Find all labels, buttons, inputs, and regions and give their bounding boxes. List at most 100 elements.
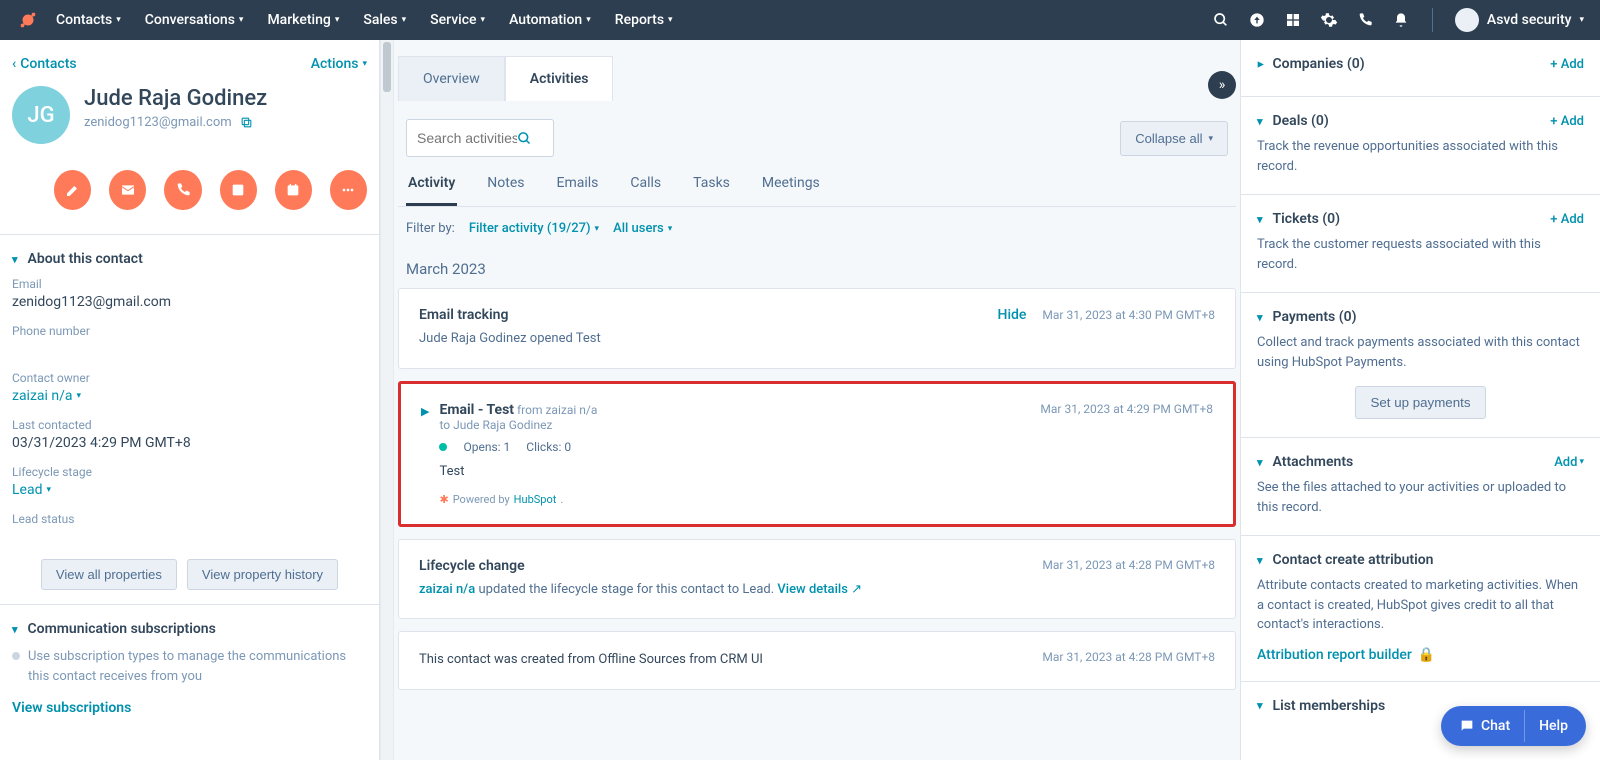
account-name: Asvd security — [1487, 12, 1572, 28]
prop-leadstatus-label: Lead status — [12, 512, 367, 526]
attachments-section-header[interactable]: ▾Attachments — [1257, 454, 1353, 470]
prop-phone-label: Phone number — [12, 324, 367, 338]
card-body: Jude Raja Godinez opened Test — [419, 329, 601, 350]
email-action-button[interactable] — [109, 170, 146, 210]
hubspot-logo-icon[interactable] — [16, 8, 40, 32]
view-property-history-button[interactable]: View property history — [187, 559, 338, 590]
add-attachment-link[interactable]: Add ▾ — [1554, 455, 1584, 470]
about-section-header[interactable]: ▾About this contact — [0, 234, 379, 277]
deals-section-header[interactable]: ▾Deals (0) — [1257, 113, 1329, 129]
prop-phone-value[interactable] — [12, 341, 367, 357]
left-scrollbar[interactable] — [380, 40, 394, 760]
nav-contacts[interactable]: Contacts▾ — [56, 12, 121, 28]
note-action-button[interactable] — [54, 170, 91, 210]
upgrade-icon[interactable] — [1248, 11, 1266, 29]
nav-conversations[interactable]: Conversations▾ — [145, 12, 244, 28]
contact-avatar: JG — [12, 86, 70, 144]
add-ticket-link[interactable]: + Add — [1550, 212, 1584, 227]
tickets-description: Track the customer requests associated w… — [1257, 235, 1584, 274]
list-memberships-header[interactable]: ▾List memberships — [1257, 698, 1385, 714]
help-button[interactable]: Help — [1524, 710, 1582, 742]
email-tracking-card[interactable]: Email tracking Jude Raja Godinez opened … — [398, 288, 1236, 369]
chat-button[interactable]: Chat — [1445, 710, 1524, 742]
chat-icon — [1459, 718, 1475, 734]
prop-lifecycle-value[interactable]: Lead▾ — [12, 482, 367, 498]
attachments-description: See the files attached to your activitie… — [1257, 478, 1584, 517]
nav-menu: Contacts▾ Conversations▾ Marketing▾ Sale… — [56, 12, 1212, 28]
setup-payments-button[interactable]: Set up payments — [1355, 386, 1485, 419]
task-action-button[interactable] — [275, 170, 312, 210]
card-body: This contact was created from Offline So… — [419, 650, 763, 671]
companies-section-header[interactable]: ▾Companies (0) — [1257, 56, 1365, 72]
nav-automation[interactable]: Automation▾ — [509, 12, 591, 28]
tab-activities[interactable]: Activities — [505, 56, 614, 101]
email-stats: Opens: 1 Clicks: 0 — [439, 440, 597, 454]
left-panel: ‹Contacts Actions▾ JG Jude Raja Godinez … — [0, 40, 380, 760]
marketplace-icon[interactable] — [1284, 11, 1302, 29]
prop-leadstatus-value[interactable] — [12, 529, 367, 545]
filter-activity-dropdown[interactable]: Filter activity (19/27)▾ — [469, 221, 599, 236]
view-all-properties-button[interactable]: View all properties — [41, 559, 177, 590]
comm-subs-header[interactable]: ▾Communication subscriptions — [0, 604, 379, 647]
notifications-icon[interactable] — [1392, 11, 1410, 29]
copy-icon[interactable] — [240, 116, 253, 129]
contact-email: zenidog1123@gmail.com — [84, 115, 267, 130]
prop-owner-value[interactable]: zaizai n/a▾ — [12, 388, 367, 404]
card-timestamp: Mar 31, 2023 at 4:30 PM GMT+8 — [1042, 308, 1215, 322]
account-menu[interactable]: Asvd security ▾ — [1455, 8, 1584, 32]
created-card[interactable]: This contact was created from Offline So… — [398, 631, 1236, 690]
subtab-notes[interactable]: Notes — [485, 175, 526, 206]
subtab-calls[interactable]: Calls — [628, 175, 663, 206]
attribution-report-link[interactable]: Attribution report builder🔒 — [1257, 647, 1435, 663]
email-title: Email - Test from zaizai n/a — [439, 402, 597, 418]
tickets-section-header[interactable]: ▾Tickets (0) — [1257, 211, 1340, 227]
card-timestamp: Mar 31, 2023 at 4:28 PM GMT+8 — [1042, 650, 1215, 664]
more-action-button[interactable] — [330, 170, 367, 210]
external-link-icon: ↗ — [851, 582, 862, 597]
opens-stat: Opens: 1 — [463, 440, 510, 454]
comm-subs-description: Use subscription types to manage the com… — [0, 647, 379, 686]
subtab-meetings[interactable]: Meetings — [760, 175, 822, 206]
attribution-description: Attribute contacts created to marketing … — [1257, 576, 1584, 635]
view-subscriptions-link[interactable]: View subscriptions — [0, 686, 379, 730]
settings-icon[interactable] — [1320, 11, 1338, 29]
tab-overview[interactable]: Overview — [398, 56, 505, 101]
search-icon[interactable] — [517, 131, 532, 146]
search-input[interactable] — [417, 130, 517, 146]
call-action-button[interactable] — [164, 170, 201, 210]
add-deal-link[interactable]: + Add — [1550, 114, 1584, 129]
nav-service[interactable]: Service▾ — [430, 12, 485, 28]
actions-dropdown[interactable]: Actions▾ — [311, 56, 367, 72]
prop-lastcontacted-label: Last contacted — [12, 418, 367, 432]
calling-icon[interactable] — [1356, 11, 1374, 29]
prop-lastcontacted-value: 03/31/2023 4:29 PM GMT+8 — [12, 435, 367, 451]
nav-marketing[interactable]: Marketing▾ — [267, 12, 339, 28]
expand-panel-button[interactable]: » — [1208, 71, 1236, 99]
chevron-right-icon[interactable]: ▶ — [421, 405, 429, 506]
subtab-activity[interactable]: Activity — [406, 175, 457, 206]
lifecycle-card[interactable]: Lifecycle change zaizai n/a updated the … — [398, 539, 1236, 620]
chat-help-widget[interactable]: Chat Help — [1441, 706, 1586, 746]
filter-users-dropdown[interactable]: All users▾ — [613, 221, 672, 236]
collapse-all-button[interactable]: Collapse all▾ — [1120, 121, 1228, 156]
subtab-emails[interactable]: Emails — [555, 175, 601, 206]
center-panel: Overview Activities » Collapse all▾ Acti… — [394, 40, 1240, 760]
add-company-link[interactable]: + Add — [1550, 57, 1584, 72]
lifecycle-user-link[interactable]: zaizai n/a — [419, 582, 475, 597]
view-details-link[interactable]: View details ↗ — [777, 582, 862, 597]
search-icon[interactable] — [1212, 11, 1230, 29]
prop-email-value[interactable]: zenidog1123@gmail.com — [12, 294, 367, 310]
email-card[interactable]: ▶ Email - Test from zaizai n/a to Jude R… — [398, 381, 1236, 527]
back-to-contacts[interactable]: ‹Contacts — [12, 56, 77, 72]
email-to: to Jude Raja Godinez — [439, 418, 597, 432]
log-action-button[interactable] — [220, 170, 257, 210]
nav-right: Asvd security ▾ — [1212, 8, 1584, 32]
powered-by: ✱ Powered by HubSpot. — [439, 493, 597, 506]
nav-sales[interactable]: Sales▾ — [363, 12, 406, 28]
search-activities[interactable] — [406, 119, 554, 157]
subtab-tasks[interactable]: Tasks — [691, 175, 732, 206]
payments-section-header[interactable]: ▾Payments (0) — [1257, 309, 1356, 325]
hide-link[interactable]: Hide — [998, 307, 1027, 323]
nav-reports[interactable]: Reports▾ — [615, 12, 673, 28]
attribution-section-header[interactable]: ▾Contact create attribution — [1257, 552, 1433, 568]
